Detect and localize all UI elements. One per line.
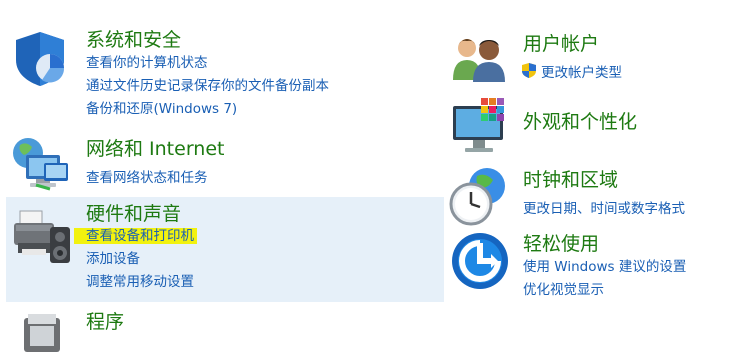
link-add-device[interactable]: 添加设备 bbox=[86, 250, 140, 268]
link-change-date-time[interactable]: 更改日期、时间或数字格式 bbox=[523, 200, 685, 218]
category-title-network-internet[interactable]: 网络和 Internet bbox=[86, 137, 224, 161]
category-programs: 程序 bbox=[0, 304, 440, 352]
users-icon bbox=[453, 39, 505, 82]
category-appearance: 外观和个性化 bbox=[445, 92, 739, 160]
link-backup-restore[interactable]: 备份和还原(Windows 7) bbox=[86, 100, 237, 118]
monitor-palette-icon bbox=[453, 98, 504, 152]
ease-of-access-icon bbox=[452, 233, 508, 289]
category-hardware-sound: 硬件和声音 查看设备和打印机 添加设备 调整常用移动设置 bbox=[6, 197, 444, 302]
category-title-programs[interactable]: 程序 bbox=[86, 310, 124, 334]
category-ease-of-access: 轻松使用 使用 Windows 建议的设置 优化视觉显示 bbox=[445, 228, 739, 308]
category-user-accounts: 用户帐户 更改帐户类型 bbox=[445, 0, 739, 90]
network-globe-icon bbox=[13, 138, 68, 191]
link-windows-suggested-settings[interactable]: 使用 Windows 建议的设置 bbox=[523, 258, 686, 276]
category-network-internet: 网络和 Internet 查看网络状态和任务 bbox=[0, 130, 440, 195]
link-view-devices-printers[interactable]: 查看设备和打印机 bbox=[74, 227, 197, 245]
link-change-account-type[interactable]: 更改帐户类型 bbox=[521, 62, 622, 82]
link-file-history[interactable]: 通过文件历史记录保存你的文件备份副本 bbox=[86, 77, 329, 95]
category-title-ease-of-access[interactable]: 轻松使用 bbox=[523, 232, 599, 256]
uac-shield-icon bbox=[522, 63, 536, 78]
shield-pie-icon bbox=[16, 32, 65, 86]
category-clock-region: 时钟和区域 更改日期、时间或数字格式 bbox=[445, 162, 739, 228]
category-title-clock-region[interactable]: 时钟和区域 bbox=[523, 168, 618, 192]
category-title-system-security[interactable]: 系统和安全 bbox=[86, 28, 181, 52]
category-title-appearance[interactable]: 外观和个性化 bbox=[523, 110, 637, 134]
category-title-user-accounts[interactable]: 用户帐户 bbox=[523, 32, 599, 56]
link-view-computer-status[interactable]: 查看你的计算机状态 bbox=[86, 54, 208, 72]
clock-globe-icon bbox=[449, 168, 505, 226]
category-title-hardware-sound[interactable]: 硬件和声音 bbox=[86, 202, 181, 226]
link-view-network-status[interactable]: 查看网络状态和任务 bbox=[86, 169, 208, 187]
link-mobility-settings[interactable]: 调整常用移动设置 bbox=[86, 273, 194, 291]
programs-disc-icon bbox=[24, 314, 60, 352]
link-optimize-visual-display[interactable]: 优化视觉显示 bbox=[523, 281, 604, 299]
printer-speaker-icon bbox=[14, 210, 70, 263]
category-system-security: 系统和安全 查看你的计算机状态 通过文件历史记录保存你的文件备份副本 备份和还原… bbox=[0, 0, 440, 130]
highlight-mark: 查看设备和打印机 bbox=[74, 228, 197, 244]
